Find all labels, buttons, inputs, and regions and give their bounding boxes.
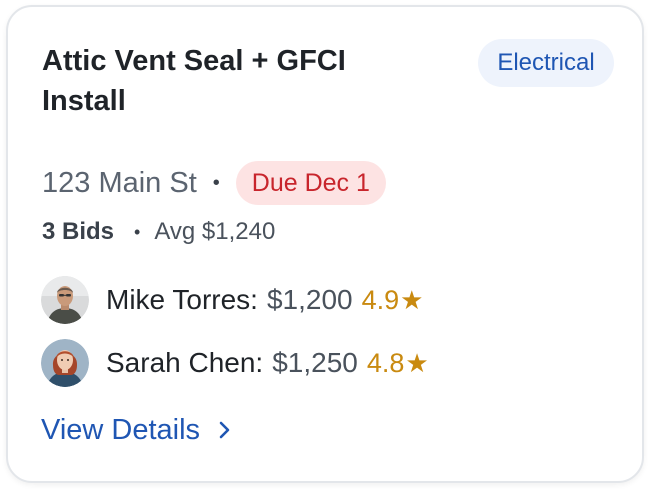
due-date-badge: Due Dec 1 (235, 161, 386, 205)
avatar (41, 339, 89, 387)
job-card[interactable]: Attic Vent Seal + GFCI Install Electrica… (6, 5, 644, 483)
chevron-right-icon (219, 421, 230, 439)
avatar-photo-woman-icon (41, 339, 89, 387)
view-details-link[interactable]: View Details (41, 410, 236, 450)
avatar (41, 276, 89, 324)
bidder-name: Sarah Chen: (106, 347, 264, 378)
star-icon: ★ (400, 284, 424, 315)
bid-row[interactable]: Mike Torres: $1,200 4.9 ★ (41, 275, 423, 325)
category-badge: Electrical (478, 39, 614, 87)
view-details-label: View Details (41, 413, 201, 446)
bid-amount: $1,250 (272, 347, 358, 378)
separator-dot: • (134, 221, 141, 242)
bids-count: 3 Bids (42, 218, 115, 245)
separator-dot: • (212, 171, 220, 194)
bids-average: Avg $1,240 (154, 218, 276, 245)
job-title: Attic Vent Seal + GFCI Install (42, 45, 346, 117)
avatar-photo-man-icon (41, 276, 89, 324)
bidder-rating: 4.8 (366, 347, 405, 378)
star-icon: ★ (405, 347, 429, 378)
bidder-name: Mike Torres: (106, 284, 258, 315)
job-address: 123 Main St (42, 166, 197, 199)
bid-row[interactable]: Sarah Chen: $1,250 4.8 ★ (41, 338, 429, 388)
bid-amount: $1,200 (266, 284, 353, 315)
bids-summary: 3 Bids • Avg $1,240 (42, 215, 275, 249)
job-meta-row: 123 Main St • Due Dec 1 (42, 160, 386, 206)
bidder-rating: 4.9 (361, 284, 400, 315)
